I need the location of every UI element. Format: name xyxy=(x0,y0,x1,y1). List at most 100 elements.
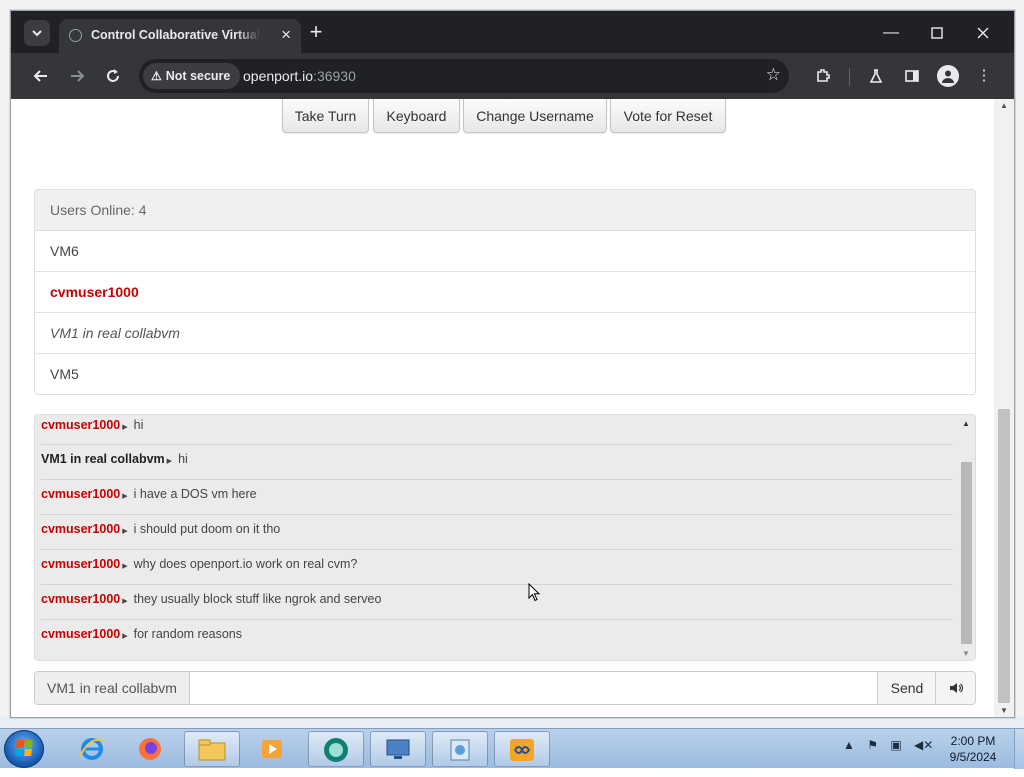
chat-message-input[interactable] xyxy=(191,672,877,704)
control-panel-icon[interactable] xyxy=(432,731,488,767)
chat-input-group: VM1 in real collabvm Send xyxy=(34,671,976,705)
extensions-icon[interactable] xyxy=(811,64,835,88)
url-host: openport.io xyxy=(243,68,314,84)
user-list-item[interactable]: VM6 xyxy=(35,231,975,272)
chat-username: cvmuser1000 xyxy=(41,627,121,641)
tab-close-icon[interactable]: × xyxy=(281,25,291,45)
profile-avatar-icon[interactable] xyxy=(937,65,959,87)
chat-text: why does openport.io work on real cvm? xyxy=(133,557,358,571)
keyboard-button[interactable]: Keyboard xyxy=(373,99,460,133)
chat-text: i have a DOS vm here xyxy=(133,487,257,501)
chat-username: cvmuser1000 xyxy=(41,557,121,571)
volume-button[interactable] xyxy=(935,672,975,704)
user-list-item-self[interactable]: cvmuser1000 xyxy=(35,272,975,313)
reload-button[interactable] xyxy=(101,64,125,88)
chat-username: VM1 in real collabvm xyxy=(41,452,165,466)
forward-button[interactable] xyxy=(65,64,89,88)
security-chip[interactable]: ⚠ Not secure xyxy=(143,63,241,89)
side-panel-icon[interactable] xyxy=(900,64,924,88)
globe-icon xyxy=(69,29,82,42)
browser-window: Control Collaborative Virtual Machine × … xyxy=(10,10,1015,718)
caret-right-icon: ▶ xyxy=(122,633,128,640)
media-player-icon[interactable] xyxy=(244,731,300,767)
chat-scrollbar-thumb[interactable] xyxy=(961,462,972,644)
chat-username: cvmuser1000 xyxy=(41,522,121,536)
tab-active[interactable]: Control Collaborative Virtual Machine × xyxy=(59,19,301,53)
chat-text: for random reasons xyxy=(133,627,243,641)
chat-username: cvmuser1000 xyxy=(41,592,121,606)
caret-right-icon: ▶ xyxy=(122,528,128,535)
chat-message: VM1 in real collabvm ▶ hi xyxy=(41,445,953,480)
change-username-button[interactable]: Change Username xyxy=(463,99,607,133)
close-icon xyxy=(977,27,989,39)
chat-text: hi xyxy=(178,452,188,466)
arrow-right-icon xyxy=(71,70,85,82)
chat-message: cvmuser1000 ▶ i have a DOS vm here xyxy=(41,480,953,515)
chat-username: cvmuser1000 xyxy=(41,418,121,432)
page-scroll-up-icon[interactable]: ▲ xyxy=(994,101,1014,110)
caret-right-icon: ▶ xyxy=(122,424,128,431)
maximize-button[interactable] xyxy=(914,19,960,47)
page-scroll-down-icon[interactable]: ▼ xyxy=(994,706,1014,715)
firefox-icon[interactable] xyxy=(122,731,178,767)
minimize-button[interactable]: — xyxy=(868,19,914,47)
toolbar-separator xyxy=(849,68,850,86)
labs-flask-icon[interactable] xyxy=(864,64,888,88)
windows-logo-icon xyxy=(15,740,33,756)
chat-messages-panel: cvmuser1000 ▶ hi VM1 in real collabvm ▶ hi c… xyxy=(34,414,976,661)
caret-right-icon: ▶ xyxy=(122,598,128,605)
menu-kebab-icon[interactable]: ⋮ xyxy=(972,64,996,88)
chat-scrollbar[interactable]: ▲ ▼ xyxy=(957,415,975,660)
take-turn-button[interactable]: Take Turn xyxy=(282,99,369,133)
page-scrollbar-thumb[interactable] xyxy=(998,409,1010,703)
caret-right-icon: ▶ xyxy=(122,493,128,500)
system-tray: ▲ ⚑ ▣ ◀✕ xyxy=(843,738,942,758)
mouse-cursor-icon xyxy=(528,583,541,602)
clock-time: 2:00 PM xyxy=(950,734,996,748)
bookmark-star-icon[interactable]: ☆ xyxy=(766,65,781,85)
reload-icon xyxy=(107,69,119,82)
tray-expand-icon[interactable]: ▲ xyxy=(843,738,855,752)
action-center-flag-icon[interactable]: ⚑ xyxy=(867,738,878,752)
page-scrollbar[interactable]: ▲ ▼ xyxy=(994,99,1014,717)
chat-message: cvmuser1000 ▶ they usually block stuff lik… xyxy=(41,585,953,620)
show-desktop-button[interactable] xyxy=(1014,729,1024,769)
chat-message: cvmuser1000 ▶ hi xyxy=(41,415,953,445)
vm-client-icon[interactable] xyxy=(308,731,364,767)
caret-right-icon: ▶ xyxy=(166,458,173,465)
url-port: :36930 xyxy=(313,68,356,84)
internet-explorer-icon[interactable] xyxy=(64,731,120,767)
taskbar: ▲ ⚑ ▣ ◀✕ 2:00 PM 9/5/2024 xyxy=(0,728,1024,769)
chat-username: cvmuser1000 xyxy=(41,487,121,501)
user-list-item[interactable]: VM5 xyxy=(35,354,975,394)
page-viewport: Take Turn Keyboard Change Username Vote … xyxy=(11,99,1014,717)
clock-date: 9/5/2024 xyxy=(949,750,997,764)
security-label: Not secure xyxy=(165,69,231,83)
chat-text: they usually block stuff like ngrok and … xyxy=(133,592,382,606)
scroll-up-arrow-icon[interactable]: ▲ xyxy=(957,419,975,428)
tab-search-button[interactable] xyxy=(24,20,50,46)
chat-text: hi xyxy=(133,418,144,432)
network-icon[interactable]: ▣ xyxy=(890,738,901,752)
user-list-item[interactable]: VM1 in real collabvm xyxy=(35,313,975,354)
remote-desktop-icon[interactable] xyxy=(370,731,426,767)
chat-username-label: VM1 in real collabvm xyxy=(35,672,190,704)
scroll-down-arrow-icon[interactable]: ▼ xyxy=(957,649,975,658)
users-online-header: Users Online: 4 xyxy=(35,190,975,231)
address-bar[interactable]: ⚠ Not secure openport.io:36930 ☆ xyxy=(139,59,789,93)
vm-app-icon[interactable] xyxy=(494,731,550,767)
url-text: openport.io:36930 xyxy=(243,68,356,84)
chat-message-list: cvmuser1000 ▶ hi VM1 in real collabvm ▶ hi c… xyxy=(35,415,953,655)
volume-muted-icon[interactable]: ◀✕ xyxy=(914,738,933,752)
start-button[interactable] xyxy=(4,730,44,768)
new-tab-button[interactable]: + xyxy=(303,19,329,45)
warning-icon: ⚠ xyxy=(151,69,162,83)
back-button[interactable] xyxy=(29,64,53,88)
send-button[interactable]: Send xyxy=(877,672,936,704)
vote-for-reset-button[interactable]: Vote for Reset xyxy=(610,99,726,133)
file-explorer-icon[interactable] xyxy=(184,731,240,767)
chat-message: cvmuser1000 ▶ i should put doom on it tho xyxy=(41,515,953,550)
taskbar-clock[interactable]: 2:00 PM 9/5/2024 xyxy=(940,733,1006,765)
arrow-left-icon xyxy=(33,70,47,82)
close-window-button[interactable] xyxy=(960,19,1006,47)
